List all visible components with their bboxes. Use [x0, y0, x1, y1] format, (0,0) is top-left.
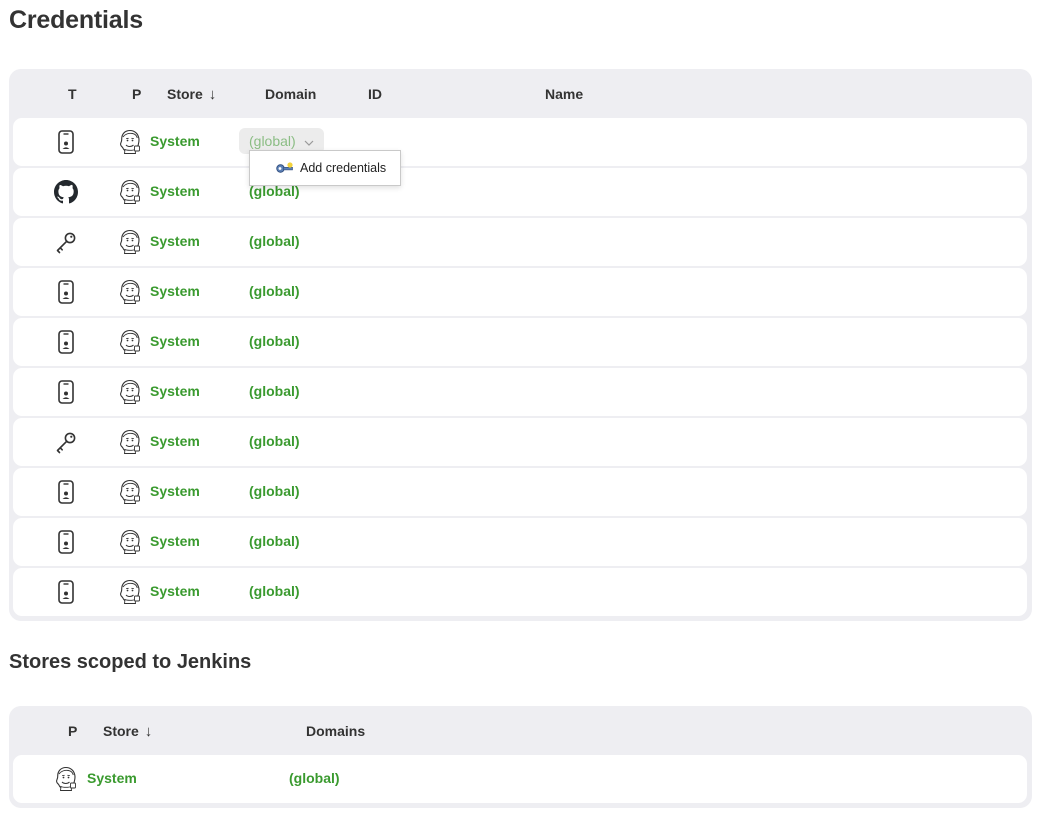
- table-row: System (global): [13, 468, 1027, 516]
- header-provider: P: [132, 86, 142, 102]
- header-provider: P: [68, 723, 78, 739]
- add-credentials-icon: [276, 162, 294, 174]
- github-icon: [53, 179, 79, 205]
- domain-link[interactable]: (global): [289, 770, 340, 786]
- domain-link[interactable]: (global): [249, 333, 300, 349]
- domain-link[interactable]: (global): [249, 433, 300, 449]
- store-link[interactable]: System: [150, 383, 200, 399]
- jenkins-icon: [117, 429, 143, 455]
- header-store[interactable]: Store ↓: [103, 723, 152, 740]
- domain-link[interactable]: (global): [249, 233, 300, 249]
- header-domain[interactable]: Domain: [265, 86, 316, 102]
- certificate-icon: [53, 529, 79, 555]
- domain-label: (global): [249, 133, 296, 149]
- table-row: System (global): [13, 368, 1027, 416]
- jenkins-icon: [117, 279, 143, 305]
- table-row: System (global): [13, 168, 1027, 216]
- key-icon: [53, 429, 79, 455]
- table-row: System (global): [13, 268, 1027, 316]
- table-row: System (global): [13, 118, 1027, 166]
- store-link[interactable]: System: [150, 233, 200, 249]
- jenkins-icon: [117, 179, 143, 205]
- jenkins-icon: [117, 579, 143, 605]
- jenkins-icon: [117, 529, 143, 555]
- store-link[interactable]: System: [150, 483, 200, 499]
- header-name[interactable]: Name: [545, 86, 583, 102]
- store-link[interactable]: System: [150, 333, 200, 349]
- key-icon: [53, 229, 79, 255]
- domain-link[interactable]: (global): [249, 533, 300, 549]
- table-row: System (global): [13, 755, 1027, 803]
- jenkins-icon: [117, 129, 143, 155]
- jenkins-icon: [117, 479, 143, 505]
- header-type: T: [68, 86, 77, 102]
- stores-table: P Store ↓ Domains System (global): [9, 706, 1032, 808]
- certificate-icon: [53, 479, 79, 505]
- credentials-table: T P Store ↓ Domain ID Name System (global)…: [9, 69, 1032, 621]
- sort-arrow-icon: ↓: [144, 723, 153, 740]
- table-row: System (global): [13, 318, 1027, 366]
- domain-link[interactable]: (global): [249, 483, 300, 499]
- store-link[interactable]: System: [150, 183, 200, 199]
- add-credentials-item[interactable]: Add credentials: [300, 161, 386, 175]
- header-store[interactable]: Store ↓: [167, 86, 216, 103]
- domain-link[interactable]: (global): [249, 283, 300, 299]
- certificate-icon: [53, 579, 79, 605]
- store-link[interactable]: System: [150, 533, 200, 549]
- header-id[interactable]: ID: [368, 86, 382, 102]
- store-link[interactable]: System: [150, 283, 200, 299]
- page-title: Credentials: [9, 6, 143, 34]
- table-row: System (global): [13, 418, 1027, 466]
- stores-section-title: Stores scoped to Jenkins: [9, 651, 252, 673]
- table-row: System (global): [13, 568, 1027, 616]
- chevron-down-icon: [304, 133, 314, 149]
- certificate-icon: [53, 129, 79, 155]
- jenkins-icon: [117, 229, 143, 255]
- store-link[interactable]: System: [87, 770, 137, 786]
- header-domains: Domains: [306, 723, 366, 739]
- certificate-icon: [53, 329, 79, 355]
- store-link[interactable]: System: [150, 433, 200, 449]
- domain-link[interactable]: (global): [249, 383, 300, 399]
- store-link[interactable]: System: [150, 583, 200, 599]
- domain-dropdown-menu[interactable]: Add credentials: [249, 150, 401, 186]
- table-row: System (global): [13, 218, 1027, 266]
- store-link[interactable]: System: [150, 133, 200, 149]
- certificate-icon: [53, 279, 79, 305]
- sort-arrow-icon: ↓: [208, 86, 217, 103]
- domain-link[interactable]: (global): [249, 583, 300, 599]
- table-row: System (global): [13, 518, 1027, 566]
- jenkins-icon: [117, 329, 143, 355]
- jenkins-icon: [117, 379, 143, 405]
- jenkins-icon: [53, 766, 79, 792]
- certificate-icon: [53, 379, 79, 405]
